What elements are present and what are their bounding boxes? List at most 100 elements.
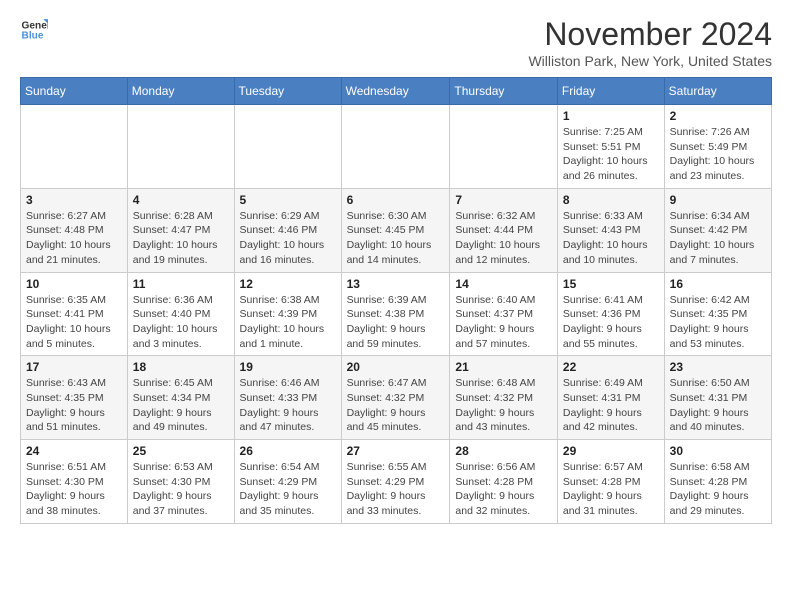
day-info: Sunrise: 6:57 AM Sunset: 4:28 PM Dayligh… (563, 460, 659, 519)
table-row: 13 Sunrise: 6:39 AM Sunset: 4:38 PM Dayli… (341, 272, 450, 356)
header-saturday: Saturday (664, 78, 771, 105)
day-info: Sunrise: 6:53 AM Sunset: 4:30 PM Dayligh… (133, 460, 229, 519)
calendar-week-row: 24Sunrise: 6:51 AM Sunset: 4:30 PM Dayli… (21, 440, 772, 524)
page-header: General Blue November 2024 Williston Par… (20, 16, 772, 69)
table-row: 25 Sunrise: 6:53 AM Sunset: 4:30 PM Dayli… (127, 440, 234, 524)
day-info: Sunrise: 6:47 AM Sunset: 4:32 PM Dayligh… (347, 376, 445, 435)
day-info: Sunrise: 6:46 AM Sunset: 4:33 PM Dayligh… (240, 376, 336, 435)
day-number: 17 (26, 360, 122, 374)
day-number: 9 (670, 193, 766, 207)
header-thursday: Thursday (450, 78, 558, 105)
day-number: 2 (670, 109, 766, 123)
day-info: Sunrise: 6:35 AM Sunset: 4:41 PM Dayligh… (26, 293, 122, 352)
table-row: 5Sunrise: 6:29 AM Sunset: 4:46 PM Daylig… (234, 188, 341, 272)
day-number: 19 (240, 360, 336, 374)
day-info: Sunrise: 6:36 AM Sunset: 4:40 PM Dayligh… (133, 293, 229, 352)
table-row: 10 Sunrise: 6:35 AM Sunset: 4:41 PM Dayli… (21, 272, 128, 356)
table-row: 8 Sunrise: 6:33 AM Sunset: 4:43 PM Daylig… (557, 188, 664, 272)
day-number: 14 (455, 277, 552, 291)
title-section: November 2024 Williston Park, New York, … (528, 16, 772, 69)
table-row (127, 105, 234, 189)
day-number: 23 (670, 360, 766, 374)
table-row: 30 Sunrise: 6:58 AM Sunset: 4:28 PM Dayli… (664, 440, 771, 524)
table-row: 3 Sunrise: 6:27 AM Sunset: 4:48 PM Daylig… (21, 188, 128, 272)
day-info: Sunrise: 6:48 AM Sunset: 4:32 PM Dayligh… (455, 376, 552, 435)
day-number: 5 (240, 193, 336, 207)
day-info: Sunrise: 6:49 AM Sunset: 4:31 PM Dayligh… (563, 376, 659, 435)
day-number: 20 (347, 360, 445, 374)
day-number: 13 (347, 277, 445, 291)
header-wednesday: Wednesday (341, 78, 450, 105)
day-number: 11 (133, 277, 229, 291)
table-row: 21 Sunrise: 6:48 AM Sunset: 4:32 PM Dayli… (450, 356, 558, 440)
table-row (21, 105, 128, 189)
header-tuesday: Tuesday (234, 78, 341, 105)
day-number: 27 (347, 444, 445, 458)
day-info: Sunrise: 7:25 AM Sunset: 5:51 PM Dayligh… (563, 125, 659, 184)
day-info: Sunrise: 6:51 AM Sunset: 4:30 PM Dayligh… (26, 460, 122, 519)
table-row (450, 105, 558, 189)
day-info: Sunrise: 6:58 AM Sunset: 4:28 PM Dayligh… (670, 460, 766, 519)
day-number: 25 (133, 444, 229, 458)
svg-text:Blue: Blue (22, 31, 44, 42)
day-info: Sunrise: 6:33 AM Sunset: 4:43 PM Dayligh… (563, 209, 659, 268)
day-info: Sunrise: 6:32 AM Sunset: 4:44 PM Dayligh… (455, 209, 552, 268)
day-info: Sunrise: 6:27 AM Sunset: 4:48 PM Dayligh… (26, 209, 122, 268)
table-row: 14Sunrise: 6:40 AM Sunset: 4:37 PM Dayli… (450, 272, 558, 356)
table-row (234, 105, 341, 189)
table-row: 18 Sunrise: 6:45 AM Sunset: 4:34 PM Dayli… (127, 356, 234, 440)
table-row: 23Sunrise: 6:50 AM Sunset: 4:31 PM Dayli… (664, 356, 771, 440)
day-info: Sunrise: 6:39 AM Sunset: 4:38 PM Dayligh… (347, 293, 445, 352)
day-number: 4 (133, 193, 229, 207)
table-row: 16 Sunrise: 6:42 AM Sunset: 4:35 PM Dayli… (664, 272, 771, 356)
day-info: Sunrise: 6:54 AM Sunset: 4:29 PM Dayligh… (240, 460, 336, 519)
day-number: 3 (26, 193, 122, 207)
table-row: 26 Sunrise: 6:54 AM Sunset: 4:29 PM Dayli… (234, 440, 341, 524)
day-number: 10 (26, 277, 122, 291)
day-info: Sunrise: 6:30 AM Sunset: 4:45 PM Dayligh… (347, 209, 445, 268)
logo-icon: General Blue (20, 16, 48, 44)
table-row: 20 Sunrise: 6:47 AM Sunset: 4:32 PM Dayli… (341, 356, 450, 440)
table-row: 9 Sunrise: 6:34 AM Sunset: 4:42 PM Daylig… (664, 188, 771, 272)
table-row: 29 Sunrise: 6:57 AM Sunset: 4:28 PM Dayli… (557, 440, 664, 524)
table-row: 2Sunrise: 7:26 AM Sunset: 5:49 PM Daylig… (664, 105, 771, 189)
day-number: 30 (670, 444, 766, 458)
table-row: 15Sunrise: 6:41 AM Sunset: 4:36 PM Dayli… (557, 272, 664, 356)
table-row: 27 Sunrise: 6:55 AM Sunset: 4:29 PM Dayli… (341, 440, 450, 524)
calendar-week-row: 17 Sunrise: 6:43 AM Sunset: 4:35 PM Dayli… (21, 356, 772, 440)
subtitle: Williston Park, New York, United States (528, 53, 772, 69)
table-row: 28Sunrise: 6:56 AM Sunset: 4:28 PM Dayli… (450, 440, 558, 524)
day-info: Sunrise: 6:42 AM Sunset: 4:35 PM Dayligh… (670, 293, 766, 352)
day-info: Sunrise: 6:34 AM Sunset: 4:42 PM Dayligh… (670, 209, 766, 268)
day-number: 18 (133, 360, 229, 374)
logo: General Blue (20, 16, 48, 44)
day-number: 29 (563, 444, 659, 458)
day-number: 16 (670, 277, 766, 291)
table-row: 1 Sunrise: 7:25 AM Sunset: 5:51 PM Daylig… (557, 105, 664, 189)
day-number: 26 (240, 444, 336, 458)
day-number: 12 (240, 277, 336, 291)
day-info: Sunrise: 6:56 AM Sunset: 4:28 PM Dayligh… (455, 460, 552, 519)
day-info: Sunrise: 6:45 AM Sunset: 4:34 PM Dayligh… (133, 376, 229, 435)
day-number: 21 (455, 360, 552, 374)
table-row: 19 Sunrise: 6:46 AM Sunset: 4:33 PM Dayli… (234, 356, 341, 440)
table-row: 6 Sunrise: 6:30 AM Sunset: 4:45 PM Daylig… (341, 188, 450, 272)
calendar-table: Sunday Monday Tuesday Wednesday Thursday… (20, 77, 772, 524)
day-number: 8 (563, 193, 659, 207)
day-info: Sunrise: 6:55 AM Sunset: 4:29 PM Dayligh… (347, 460, 445, 519)
table-row: 11 Sunrise: 6:36 AM Sunset: 4:40 PM Dayli… (127, 272, 234, 356)
header-friday: Friday (557, 78, 664, 105)
calendar-header-row: Sunday Monday Tuesday Wednesday Thursday… (21, 78, 772, 105)
day-number: 6 (347, 193, 445, 207)
day-number: 1 (563, 109, 659, 123)
calendar-week-row: 1 Sunrise: 7:25 AM Sunset: 5:51 PM Daylig… (21, 105, 772, 189)
header-sunday: Sunday (21, 78, 128, 105)
table-row: 7 Sunrise: 6:32 AM Sunset: 4:44 PM Daylig… (450, 188, 558, 272)
day-info: Sunrise: 6:43 AM Sunset: 4:35 PM Dayligh… (26, 376, 122, 435)
table-row (341, 105, 450, 189)
day-number: 7 (455, 193, 552, 207)
day-number: 15 (563, 277, 659, 291)
table-row: 12Sunrise: 6:38 AM Sunset: 4:39 PM Dayli… (234, 272, 341, 356)
table-row: 24Sunrise: 6:51 AM Sunset: 4:30 PM Dayli… (21, 440, 128, 524)
day-number: 22 (563, 360, 659, 374)
